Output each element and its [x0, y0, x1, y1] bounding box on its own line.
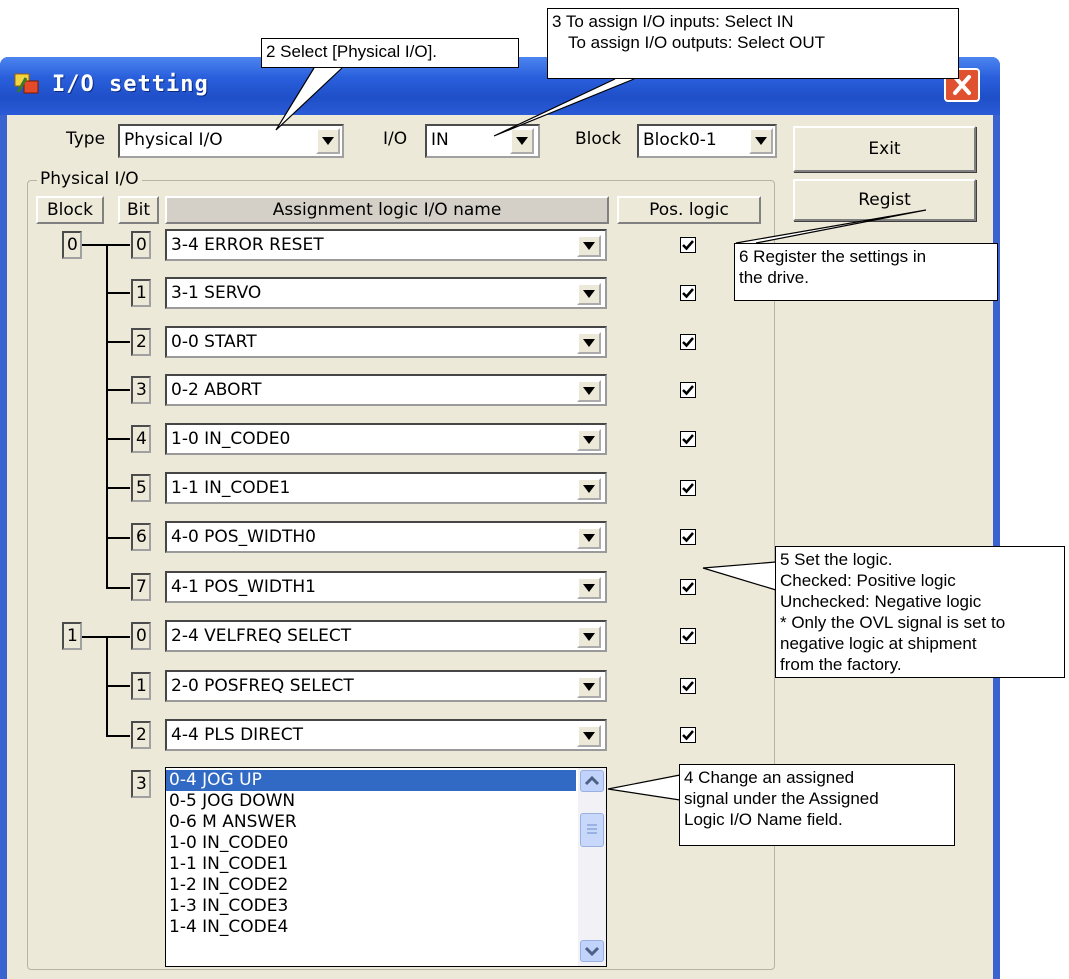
callout-line: Unchecked: Negative logic: [780, 592, 982, 611]
callout-register: 6 Register the settings in the drive.: [734, 243, 998, 301]
callout-3-line1: 3 To assign I/O inputs: Select IN: [552, 12, 794, 31]
callout-6-line1: 6 Register the settings in: [739, 247, 927, 266]
callout-line: from the factory.: [780, 655, 902, 674]
callout-line: 4 Change an assigned: [684, 768, 855, 787]
callout-line: Checked: Positive logic: [780, 571, 956, 590]
callout-change-signal: 4 Change an assigned signal under the Ass…: [679, 764, 955, 846]
callout-set-logic: 5 Set the logic. Checked: Positive logic U…: [775, 546, 1065, 678]
callout-line: signal under the Assigned: [684, 789, 879, 808]
callout-2-text: 2 Select [Physical I/O].: [266, 42, 438, 61]
callout-4-text: 4 Change an assigned signal under the Ass…: [684, 767, 950, 830]
callout-line: negative logic at shipment: [780, 634, 977, 653]
callout-line: 5 Set the logic.: [780, 550, 893, 569]
callout-line: * Only the OVL signal is set to: [780, 613, 1006, 632]
callout-6-line2: the drive.: [739, 268, 809, 287]
callout-5-text: 5 Set the logic. Checked: Positive logic U…: [780, 549, 1060, 675]
callout-select-physical-io: 2 Select [Physical I/O].: [261, 38, 519, 68]
callout-select-in-out: 3 To assign I/O inputs: Select IN To ass…: [547, 8, 959, 79]
callout-3-line2: To assign I/O outputs: Select OUT: [568, 33, 826, 52]
callout-line: Logic I/O Name field.: [684, 810, 843, 829]
